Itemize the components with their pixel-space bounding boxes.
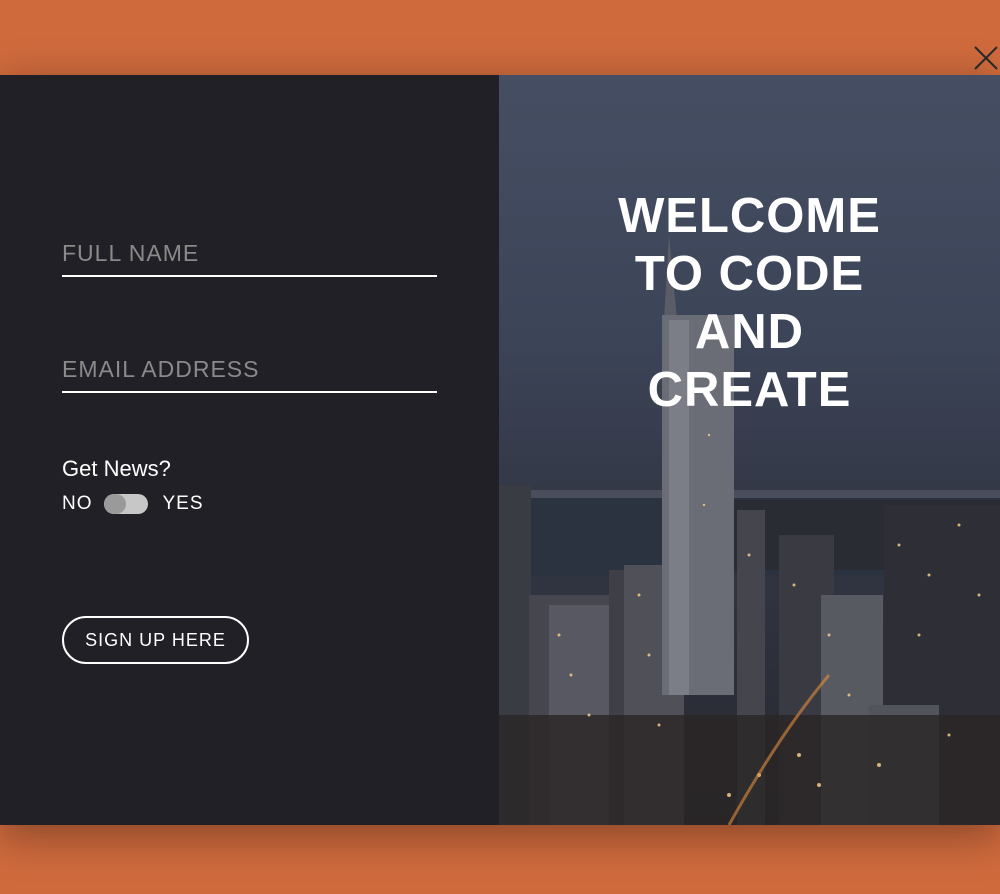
email-address-input[interactable] [62, 347, 437, 393]
toggle-no-label: NO [62, 493, 93, 514]
welcome-line: AND [694, 305, 805, 359]
get-news-label: Get News? [62, 456, 171, 481]
close-button[interactable] [972, 44, 1000, 72]
toggle-yes-label: YES [162, 493, 204, 514]
welcome-heading: WELCOME TO CODE AND CREATE [499, 187, 1000, 419]
news-toggle-switch[interactable] [103, 494, 148, 514]
sign-up-button[interactable]: SIGN UP HERE [62, 616, 249, 664]
signup-form-panel: Get News? NO YES SIGN UP HERE [0, 75, 499, 825]
full-name-input[interactable] [62, 231, 437, 277]
close-icon [974, 46, 998, 70]
news-toggle-row: NO YES [62, 493, 204, 515]
signup-modal: Get News? NO YES SIGN UP HERE [0, 75, 1000, 825]
welcome-line: CREATE [647, 363, 852, 417]
toggle-knob [103, 494, 126, 514]
welcome-line: WELCOME [618, 189, 881, 243]
welcome-line: TO CODE [634, 247, 865, 301]
hero-image-panel: WELCOME TO CODE AND CREATE [499, 75, 1000, 825]
